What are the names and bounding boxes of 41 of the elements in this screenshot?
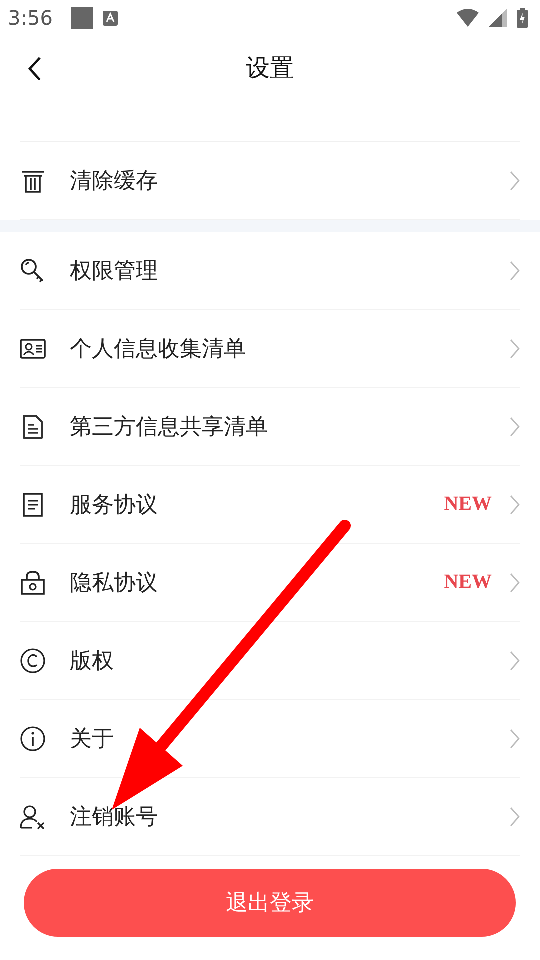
lock-icon — [20, 570, 46, 596]
chevron-right-icon — [510, 260, 520, 280]
document-icon — [20, 492, 46, 518]
notification-icon — [70, 7, 93, 29]
row-label: 隐私协议 — [70, 570, 159, 598]
info-icon — [20, 726, 46, 752]
page-title: 设置 — [246, 53, 294, 84]
row-label: 服务协议 — [70, 492, 159, 520]
settings-row[interactable]: 权限管理 — [20, 232, 520, 310]
status-time: 3:56 — [8, 6, 53, 30]
chevron-right-icon — [510, 338, 520, 358]
back-button[interactable] — [28, 56, 42, 82]
chevron-right-icon — [510, 650, 520, 670]
settings-row[interactable]: 服务协议 NEW — [20, 466, 520, 544]
document-icon — [20, 414, 46, 440]
row-label: 版权 — [70, 648, 115, 676]
row-label: 关于 — [70, 726, 115, 754]
battery-icon — [517, 8, 528, 28]
chevron-right-icon — [510, 416, 520, 436]
row-label: 权限管理 — [70, 258, 159, 286]
settings-row[interactable]: 隐私协议 NEW — [20, 544, 520, 622]
key-icon — [20, 258, 46, 284]
settings-row[interactable]: 个人信息收集清单 — [20, 310, 520, 388]
wifi-icon — [457, 9, 479, 27]
row-label: 注销账号 — [70, 804, 159, 832]
user-remove-icon — [20, 804, 46, 830]
settings-row[interactable]: 第三方信息共享清单 — [20, 388, 520, 466]
row-label: 个人信息收集清单 — [70, 336, 247, 364]
signal-icon — [489, 9, 507, 27]
chevron-right-icon — [510, 728, 520, 748]
new-label: NEW — [444, 493, 492, 516]
row-label: 清除缓存 — [70, 168, 159, 196]
chevron-right-icon — [510, 806, 520, 826]
new-label: NEW — [444, 571, 492, 594]
copyright-icon — [20, 648, 46, 674]
chevron-right-icon — [510, 494, 520, 514]
row-label: 第三方信息共享清单 — [70, 414, 269, 442]
chevron-right-icon — [510, 572, 520, 592]
chevron-right-icon — [510, 170, 520, 190]
keyboard-icon — [102, 10, 118, 26]
settings-row[interactable]: 版权 — [20, 622, 520, 700]
